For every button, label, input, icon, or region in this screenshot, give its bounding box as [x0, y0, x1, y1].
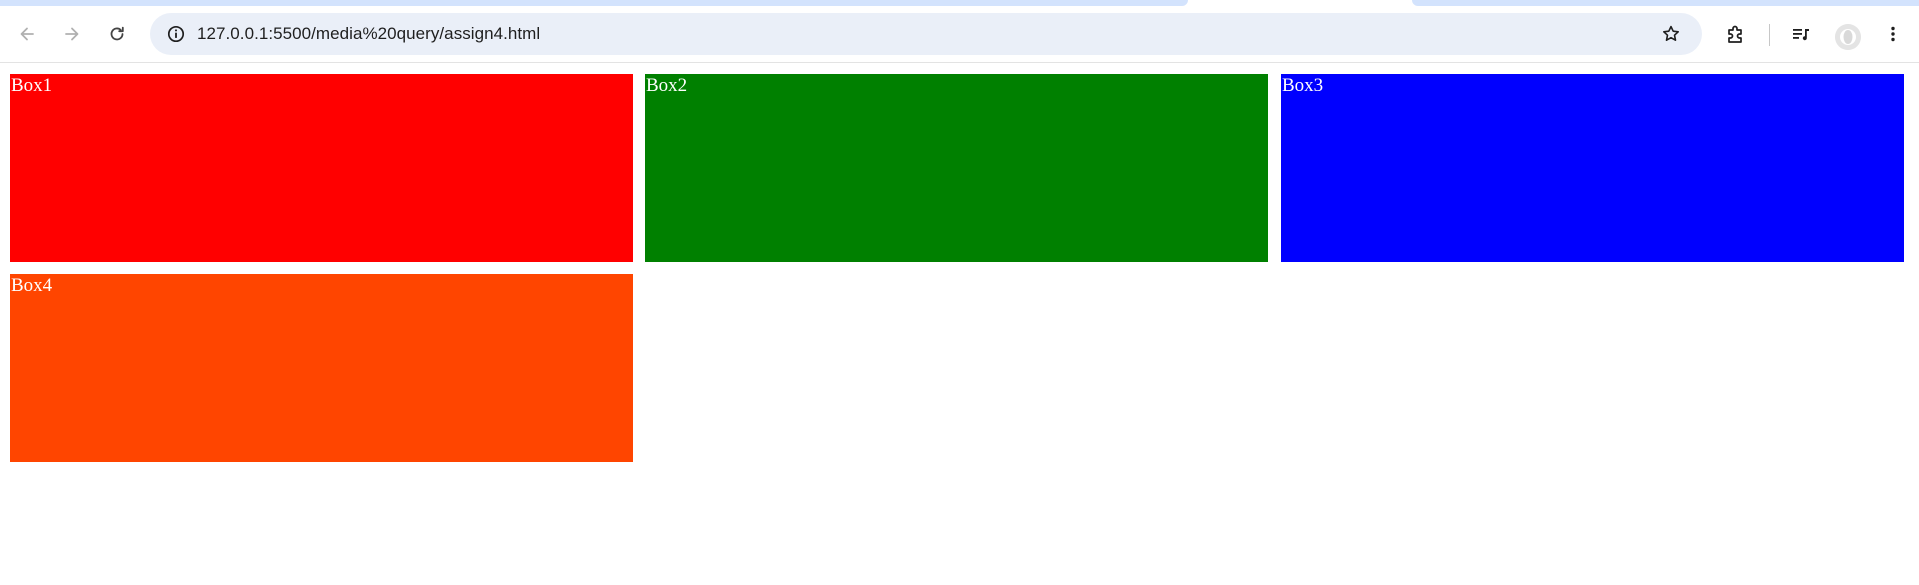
avatar-icon [1835, 24, 1861, 50]
kebab-menu-icon [1891, 26, 1895, 42]
media-queue-icon [1793, 29, 1809, 41]
box-2: Box2 [645, 74, 1268, 262]
star-icon [1663, 25, 1679, 41]
box-2-label: Box2 [646, 75, 688, 96]
toolbar-divider [1769, 24, 1770, 46]
box-4: Box4 [10, 274, 633, 462]
puzzle-icon [1728, 25, 1742, 43]
media-controls-button[interactable] [1783, 16, 1819, 52]
box-4-label: Box4 [11, 275, 53, 296]
page-viewport: Box1 Box2 Box3 Box4 [0, 64, 1919, 585]
menu-button[interactable] [1875, 16, 1911, 52]
reload-button[interactable] [99, 16, 135, 52]
bookmark-button[interactable] [1655, 18, 1687, 50]
address-bar[interactable]: 127.0.0.1:5500/media%20query/assign4.htm… [150, 13, 1702, 55]
url-text[interactable]: 127.0.0.1:5500/media%20query/assign4.htm… [197, 13, 540, 55]
box-1: Box1 [10, 74, 633, 262]
info-icon [167, 25, 185, 43]
forward-button[interactable] [54, 16, 90, 52]
reload-icon [110, 26, 124, 41]
site-info-button[interactable] [160, 18, 192, 50]
profile-button[interactable] [1835, 24, 1861, 50]
box-1-label: Box1 [11, 75, 53, 96]
browser-toolbar: 127.0.0.1:5500/media%20query/assign4.htm… [0, 6, 1919, 63]
arrow-left-icon [20, 27, 34, 41]
box-3-label: Box3 [1282, 75, 1324, 96]
extensions-button[interactable] [1718, 16, 1754, 52]
back-button[interactable] [9, 16, 45, 52]
box-3: Box3 [1281, 74, 1904, 262]
arrow-right-icon [65, 27, 79, 41]
